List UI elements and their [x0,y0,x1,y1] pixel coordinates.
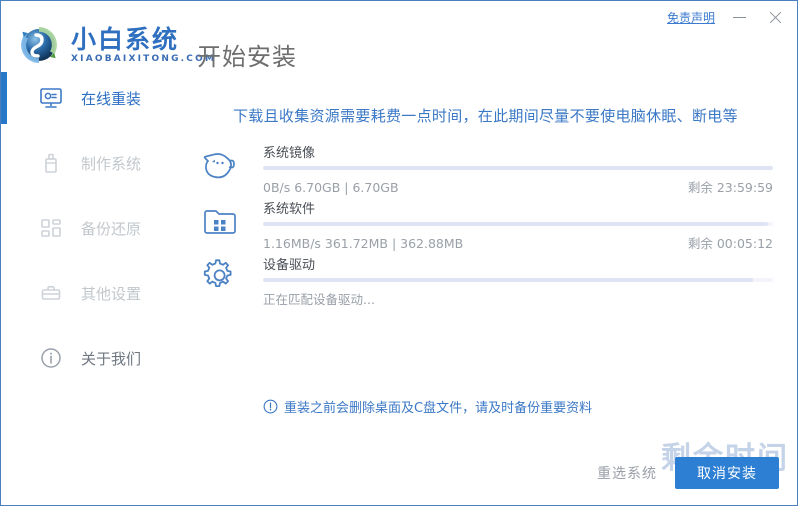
task-meta: 正在匹配设备驱动... [263,289,773,308]
task-body: 设备驱动 正在匹配设备驱动... [263,253,773,308]
reselect-system-button[interactable]: 重选系统 [597,463,657,483]
sidebar-item-other-settings[interactable]: 其他设置 [1,276,181,310]
task-name: 系统软件 [263,202,316,217]
task-meta: 1.16MB/s 361.72MB | 362.88MB 剩余 00:05:12 [263,233,773,252]
sidebar-item-online-reinstall[interactable]: 在线重装 [1,72,181,124]
main-content: 下载且收集资源需要耗费一点时间，在此期间尽量不要使电脑休眠、断电等 系统镜像 0… [181,81,797,505]
cancel-install-button[interactable]: 取消安装 [675,457,779,489]
sidebar-item-label: 其他设置 [81,284,142,303]
sidebar-item-label: 制作系统 [81,154,142,173]
backup-blocks-icon [37,215,65,241]
progress-bar [263,166,773,170]
progress-bar-fill [263,222,768,226]
app-window: 小白系统 XIAOBAIXITONG.COM 开始安装 免责声明 在线重装 制作… [0,0,798,506]
task-body: 系统镜像 0B/s 6.70GB | 6.70GB 剩余 23:59:59 [263,141,773,196]
backup-notice: 重装之前会删除桌面及C盘文件，请及时备份重要资料 [263,397,592,416]
usb-drive-icon [37,150,65,176]
progress-bar-fill [263,166,773,170]
progress-bar-fill [263,278,753,282]
sidebar-item-label: 备份还原 [81,219,142,238]
brand-name-cn: 小白系统 [71,24,180,54]
task-stats: 0B/s 6.70GB | 6.70GB [263,180,399,195]
folder-apps-icon [197,199,243,245]
page-title: 开始安装 [197,43,297,71]
download-warning-text: 下载且收集资源需要耗费一点时间，在此期间尽量不要使电脑休眠、断电等 [233,107,738,125]
active-indicator [1,72,7,124]
task-row: 设备驱动 正在匹配设备驱动... [197,253,773,309]
progress-bar [263,278,773,282]
gear-icon [197,255,243,301]
task-remaining: 剩余 23:59:59 [687,180,773,195]
progress-bar [263,222,773,226]
sidebar-item-about-us[interactable]: 关于我们 [1,341,181,375]
sidebar: 在线重装 制作系统 备份还原 其他设置 关于我们 [1,72,181,505]
sidebar-item-backup-restore[interactable]: 备份还原 [1,211,181,245]
disclaimer-link[interactable]: 免责声明 [667,9,715,26]
task-status: 正在匹配设备驱动... [263,292,375,307]
sidebar-item-label: 关于我们 [81,349,142,368]
exclamation-circle-icon [263,399,278,414]
task-meta: 0B/s 6.70GB | 6.70GB 剩余 23:59:59 [263,177,773,196]
info-circle-icon [37,345,65,371]
task-row: 系统镜像 0B/s 6.70GB | 6.70GB 剩余 23:59:59 [197,141,773,197]
task-body: 系统软件 1.16MB/s 361.72MB | 362.88MB 剩余 00:… [263,197,773,252]
task-progress-list: 系统镜像 0B/s 6.70GB | 6.70GB 剩余 23:59:59 系统… [197,141,773,309]
backup-notice-text: 重装之前会删除桌面及C盘文件，请及时备份重要资料 [284,401,593,416]
window-controls: 免责声明 [667,7,787,27]
task-remaining: 剩余 00:05:12 [687,236,773,251]
title-bar: 小白系统 XIAOBAIXITONG.COM 开始安装 免责声明 [1,1,797,81]
sidebar-item-label: 在线重装 [81,89,142,108]
minimize-icon[interactable] [729,7,751,27]
brand-logo: 小白系统 XIAOBAIXITONG.COM [15,21,216,69]
monitor-refresh-icon [37,85,65,111]
task-name: 设备驱动 [263,258,316,273]
task-stats: 1.16MB/s 361.72MB | 362.88MB [263,236,464,251]
task-row: 系统软件 1.16MB/s 361.72MB | 362.88MB 剩余 00:… [197,197,773,253]
close-icon[interactable] [765,7,787,27]
footer-actions: 重选系统 取消安装 [597,457,779,489]
logo-refresh-icon [15,21,63,69]
toolbox-icon [37,280,65,306]
task-name: 系统镜像 [263,146,316,161]
cloud-face-icon [197,143,243,189]
brand-name-en: XIAOBAIXITONG.COM [71,53,217,64]
sidebar-item-make-system[interactable]: 制作系统 [1,146,181,180]
